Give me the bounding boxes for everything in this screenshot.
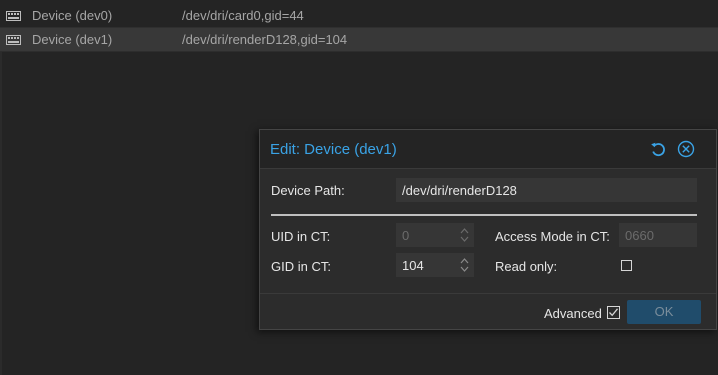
uid-label: UID in CT: <box>271 229 331 244</box>
spinner-arrows-icon[interactable] <box>460 227 469 243</box>
dialog-footer: Advanced OK <box>260 293 716 330</box>
close-icon[interactable] <box>677 140 695 158</box>
panel-edge <box>0 52 2 375</box>
reset-icon[interactable] <box>650 141 667 158</box>
device-icon <box>6 35 21 45</box>
device-path-field[interactable]: /dev/dri/renderD128 <box>396 178 697 202</box>
device-row-dev0[interactable]: Device (dev0) /dev/dri/card0,gid=44 <box>0 4 718 28</box>
read-only-label: Read only: <box>495 259 558 274</box>
device-name: Device (dev0) <box>32 8 113 23</box>
access-mode-field[interactable]: 0660 <box>619 223 697 247</box>
device-icon <box>6 11 21 21</box>
device-path-label: Device Path: <box>271 183 345 198</box>
dialog-title: Edit: Device (dev1) <box>270 141 397 158</box>
device-path-value: /dev/dri/renderD128 <box>402 183 517 198</box>
ok-button[interactable]: OK <box>627 300 701 324</box>
advanced-checkbox[interactable] <box>607 306 620 319</box>
spinner-arrows-icon[interactable] <box>460 257 469 273</box>
screen: Device (dev0) /dev/dri/card0,gid=44 Devi… <box>0 0 718 375</box>
gid-value: 104 <box>402 258 424 273</box>
device-value: /dev/dri/renderD128,gid=104 <box>182 32 348 47</box>
read-only-checkbox[interactable] <box>621 260 632 271</box>
device-row-dev1[interactable]: Device (dev1) /dev/dri/renderD128,gid=10… <box>0 28 718 52</box>
separator <box>271 214 697 216</box>
access-mode-value: 0660 <box>625 228 654 243</box>
gid-label: GID in CT: <box>271 259 331 274</box>
device-value: /dev/dri/card0,gid=44 <box>182 8 304 23</box>
uid-spinner[interactable]: 0 <box>396 223 474 247</box>
access-mode-label: Access Mode in CT: <box>495 229 610 244</box>
advanced-label: Advanced <box>544 306 602 321</box>
dialog-header: Edit: Device (dev1) <box>260 130 716 169</box>
device-name: Device (dev1) <box>32 32 113 47</box>
edit-device-dialog: Edit: Device (dev1) Device Path: /dev/dr… <box>259 129 717 330</box>
gid-spinner[interactable]: 104 <box>396 253 474 277</box>
uid-value: 0 <box>402 228 410 243</box>
